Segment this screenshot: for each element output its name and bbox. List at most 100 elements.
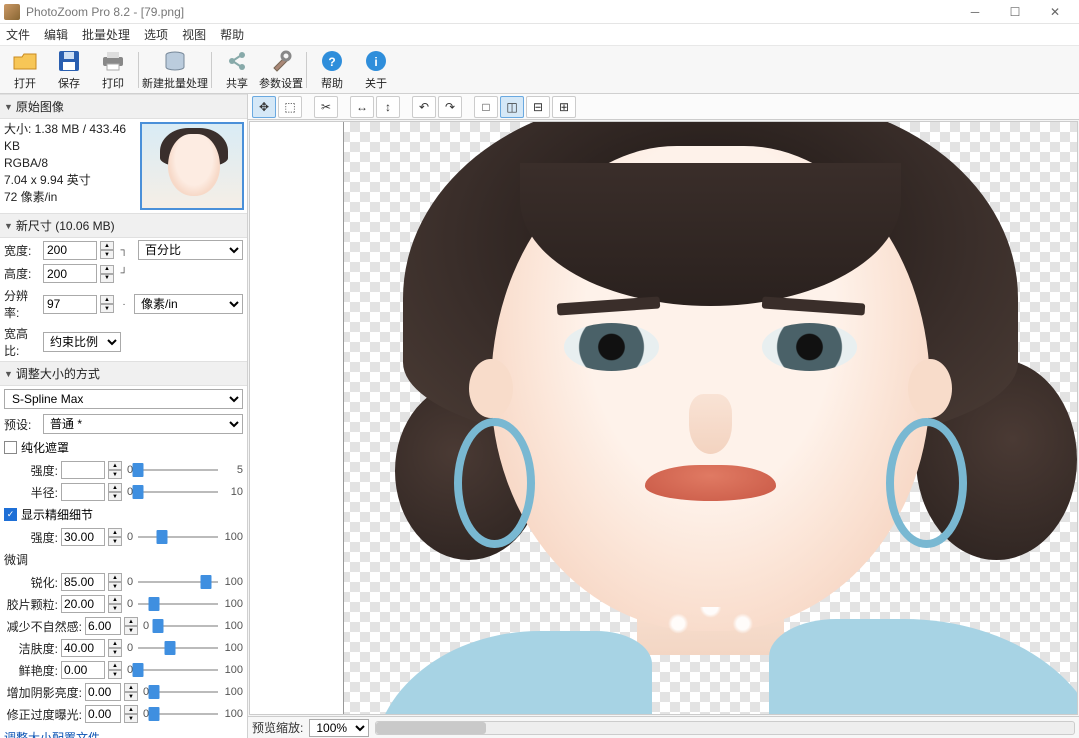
select-tool[interactable]: ⬚ <box>278 96 302 118</box>
algorithm-select[interactable]: S-Spline Max <box>4 389 243 409</box>
preferences-button[interactable]: 参数设置 <box>260 48 302 92</box>
radius-slider[interactable] <box>138 484 218 500</box>
link-aspect-icon[interactable]: ┐ <box>117 242 131 258</box>
crop-tool[interactable]: ✂ <box>314 96 338 118</box>
exposure-slider[interactable] <box>154 706 218 722</box>
menubar: 文件 编辑 批量处理 选项 视图 帮助 <box>0 24 1079 46</box>
vivid-input[interactable] <box>61 661 105 679</box>
sharp-input[interactable] <box>61 573 105 591</box>
resize-profile-link[interactable]: 调整大小配置文件... <box>0 725 247 738</box>
sharp-spinner[interactable]: ▲▼ <box>108 573 122 591</box>
resolution-spinner[interactable]: ▲▼ <box>100 295 114 313</box>
vivid-slider[interactable] <box>138 662 218 678</box>
height-spinner[interactable]: ▲▼ <box>100 265 114 283</box>
save-button[interactable]: 保存 <box>48 48 90 92</box>
width-input[interactable] <box>43 241 97 260</box>
database-icon <box>162 48 188 74</box>
menu-file[interactable]: 文件 <box>6 26 30 43</box>
resolution-input[interactable] <box>43 295 97 314</box>
radius-spinner[interactable]: ▲▼ <box>108 483 122 501</box>
intensity-input[interactable] <box>61 528 105 546</box>
view-split-v-button[interactable]: ◫ <box>500 96 524 118</box>
height-input[interactable] <box>43 264 97 283</box>
preview-viewport[interactable] <box>249 121 1078 715</box>
about-button[interactable]: i 关于 <box>355 48 397 92</box>
help-button[interactable]: ? 帮助 <box>311 48 353 92</box>
artifact-slider[interactable] <box>154 618 218 634</box>
intensity-spinner[interactable]: ▲▼ <box>108 528 122 546</box>
link-aspect-icon2[interactable]: ┘ <box>117 266 131 282</box>
res-link-icon[interactable]: · <box>117 296 131 312</box>
width-spinner[interactable]: ▲▼ <box>100 241 114 259</box>
rotate-left-button[interactable]: ↶ <box>412 96 436 118</box>
aspect-select[interactable]: 约束比例 <box>43 332 121 352</box>
minimize-button[interactable]: ─ <box>955 1 995 23</box>
menu-options[interactable]: 选项 <box>144 26 168 43</box>
thumbnail-navigator[interactable] <box>140 122 244 210</box>
artifact-spinner[interactable]: ▲▼ <box>124 617 138 635</box>
exposure-spinner[interactable]: ▲▼ <box>124 705 138 723</box>
exposure-input[interactable] <box>85 705 121 723</box>
shadow-spinner[interactable]: ▲▼ <box>124 683 138 701</box>
grain-slider[interactable] <box>138 596 218 612</box>
rotate-right-button[interactable]: ↷ <box>438 96 462 118</box>
maximize-button[interactable]: ☐ <box>995 1 1035 23</box>
resolution-unit-select[interactable]: 像素/in <box>134 294 243 314</box>
canvas-area: ✥ ⬚ ✂ ↔ ↕ ↶ ↷ □ ◫ ⊟ ⊞ <box>248 94 1079 738</box>
open-button[interactable]: 打开 <box>4 48 46 92</box>
flip-h-button[interactable]: ↔ <box>350 96 374 118</box>
puremask-checkbox[interactable] <box>4 441 17 454</box>
skin-spinner[interactable]: ▲▼ <box>108 639 122 657</box>
showdetail-checkbox[interactable]: ✓ <box>4 508 17 521</box>
shadow-slider[interactable] <box>154 684 218 700</box>
intensity-slider[interactable] <box>138 529 218 545</box>
skin-label: 洁肤度: <box>4 640 58 657</box>
strength-slider[interactable] <box>138 462 218 478</box>
radius-input[interactable] <box>61 483 105 501</box>
intensity-label: 强度: <box>4 529 58 546</box>
status-bar: 预览缩放: 100% <box>248 716 1079 738</box>
new-size-header[interactable]: 新尺寸 (10.06 MB) <box>0 213 247 238</box>
sharp-slider[interactable] <box>138 574 218 590</box>
width-label: 宽度: <box>4 242 40 259</box>
strength-spinner[interactable]: ▲▼ <box>108 461 122 479</box>
zoom-select[interactable]: 100% <box>309 719 369 737</box>
svg-text:?: ? <box>328 55 335 69</box>
shadow-input[interactable] <box>85 683 121 701</box>
view-quad-button[interactable]: ⊞ <box>552 96 576 118</box>
sharp-label: 锐化: <box>4 574 58 591</box>
view-split-h-button[interactable]: ⊟ <box>526 96 550 118</box>
finetune-header: 微调 <box>0 548 247 571</box>
strength-input[interactable] <box>61 461 105 479</box>
menu-view[interactable]: 视图 <box>182 26 206 43</box>
horizontal-scrollbar[interactable] <box>375 721 1075 735</box>
skin-slider[interactable] <box>138 640 218 656</box>
view-single-button[interactable]: □ <box>474 96 498 118</box>
new-batch-button[interactable]: 新建批量处理 <box>143 48 207 92</box>
flip-v-button[interactable]: ↕ <box>376 96 400 118</box>
menu-batch[interactable]: 批量处理 <box>82 26 130 43</box>
vivid-spinner[interactable]: ▲▼ <box>108 661 122 679</box>
strength-label: 强度: <box>4 462 58 479</box>
original-image-header[interactable]: 原始图像 <box>0 94 247 119</box>
artifact-input[interactable] <box>85 617 121 635</box>
close-button[interactable]: ✕ <box>1035 1 1075 23</box>
menu-edit[interactable]: 编辑 <box>44 26 68 43</box>
zoom-label: 预览缩放: <box>252 719 303 736</box>
grain-input[interactable] <box>61 595 105 613</box>
resolution-label: 分辨率: <box>4 287 40 321</box>
grain-spinner[interactable]: ▲▼ <box>108 595 122 613</box>
preset-label: 预设: <box>4 416 40 433</box>
size-unit-select[interactable]: 百分比 <box>138 240 243 260</box>
preview-original-pane <box>250 122 344 714</box>
resize-method-header[interactable]: 调整大小的方式 <box>0 361 247 386</box>
svg-text:i: i <box>374 55 377 69</box>
preset-select[interactable]: 普通 * <box>43 414 243 434</box>
skin-input[interactable] <box>61 639 105 657</box>
vivid-label: 鲜艳度: <box>4 662 58 679</box>
menu-help[interactable]: 帮助 <box>220 26 244 43</box>
pan-tool[interactable]: ✥ <box>252 96 276 118</box>
share-button[interactable]: 共享 <box>216 48 258 92</box>
showdetail-label: 显示精细细节 <box>21 506 93 523</box>
print-button[interactable]: 打印 <box>92 48 134 92</box>
